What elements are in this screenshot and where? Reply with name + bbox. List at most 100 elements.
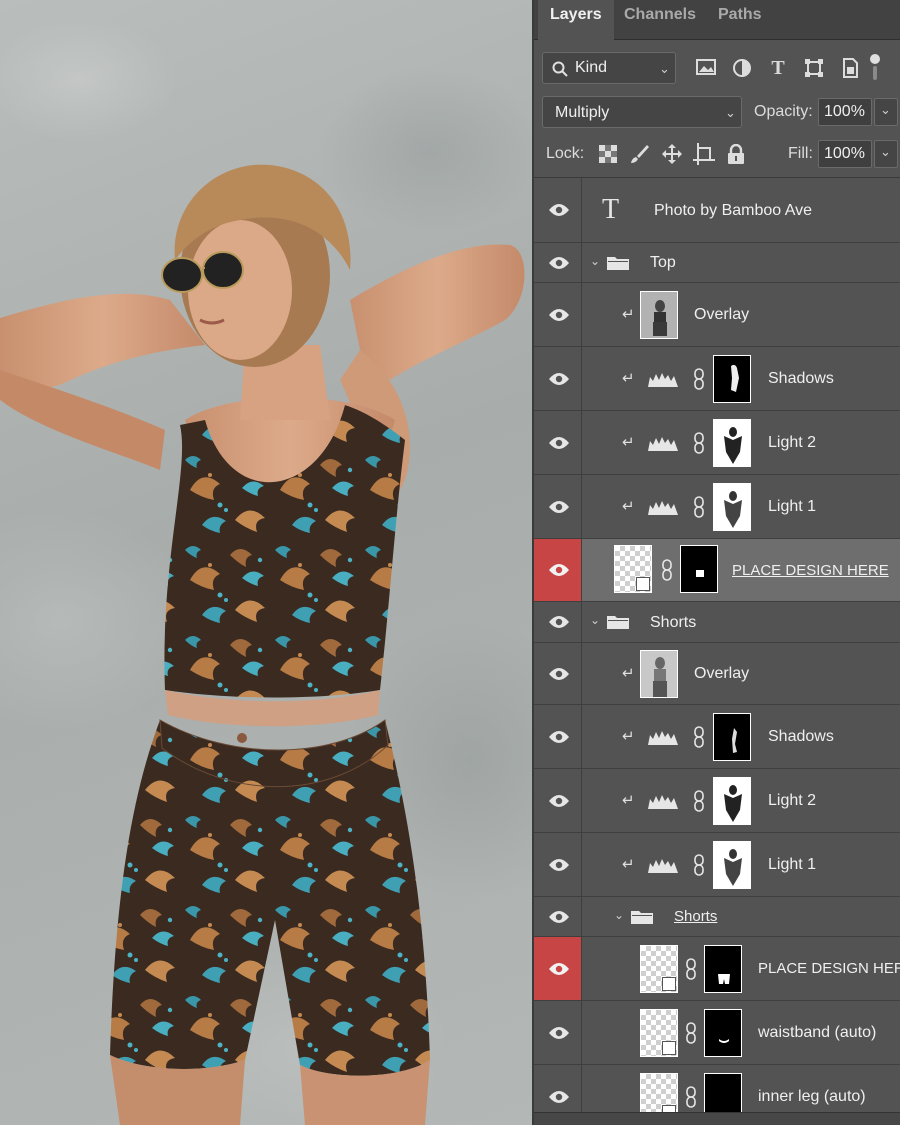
lock-row: Lock: Fill: 100% ⌄ [542, 138, 898, 170]
layer-thumbnail [640, 650, 678, 698]
levels-adjustment-icon [648, 501, 678, 515]
visibility-toggle[interactable] [534, 475, 582, 538]
layer-mask-thumbnail[interactable] [704, 945, 742, 993]
visibility-toggle[interactable] [534, 1001, 582, 1064]
fill-slider-button[interactable]: ⌄ [874, 140, 898, 168]
visibility-toggle[interactable] [534, 1065, 582, 1112]
blend-mode-value: Multiply [555, 104, 610, 121]
link-icon[interactable] [686, 1086, 696, 1108]
model-photo [0, 164, 525, 1125]
link-icon[interactable] [694, 726, 704, 748]
layer-mask-thumbnail[interactable] [713, 841, 751, 889]
layer-mask-thumbnail[interactable] [713, 355, 751, 403]
document-canvas[interactable] [0, 0, 532, 1125]
layer-list[interactable]: T Photo by Bamboo Ave ⌄ Top ↵ Overlay ↵ … [534, 177, 900, 1112]
panel-tabs: Layers Channels Paths [534, 0, 900, 41]
layer-row-group[interactable]: ⌄ Top [534, 243, 900, 283]
link-icon[interactable] [662, 559, 672, 581]
shape-filter-icon[interactable] [802, 56, 826, 80]
tab-channels[interactable]: Channels [612, 0, 708, 40]
link-icon[interactable] [686, 958, 696, 980]
layer-row-smart-object[interactable]: PLACE DESIGN HERE [534, 937, 900, 1001]
link-icon[interactable] [694, 854, 704, 876]
visibility-toggle[interactable] [534, 643, 582, 704]
layer-filter-row: Kind ⌄ T [542, 52, 896, 84]
clipping-mask-icon: ↵ [622, 370, 635, 387]
tab-paths[interactable]: Paths [706, 0, 774, 40]
layer-row-adjustment[interactable]: ↵ Light 1 [534, 833, 900, 897]
visibility-toggle[interactable] [534, 539, 582, 601]
lock-transparent-icon[interactable] [596, 142, 620, 166]
layer-row-smart-object[interactable]: waistband (auto) [534, 1001, 900, 1065]
layer-thumbnail [640, 291, 678, 339]
opacity-slider-button[interactable]: ⌄ [874, 98, 898, 126]
visibility-toggle[interactable] [534, 602, 582, 642]
link-icon[interactable] [686, 1022, 696, 1044]
visibility-toggle[interactable] [534, 897, 582, 936]
visibility-toggle[interactable] [534, 705, 582, 768]
eye-icon [549, 437, 569, 449]
lock-all-icon[interactable] [724, 142, 748, 166]
filter-kind-select[interactable]: Kind ⌄ [542, 52, 676, 84]
layer-name: Overlay [694, 665, 750, 682]
fill-field[interactable]: 100% [818, 140, 872, 168]
layer-mask-thumbnail[interactable] [713, 713, 751, 761]
visibility-toggle[interactable] [534, 347, 582, 410]
adjustment-filter-icon[interactable] [730, 56, 754, 80]
tab-layers[interactable]: Layers [538, 0, 614, 41]
visibility-toggle[interactable] [534, 411, 582, 474]
visibility-toggle[interactable] [534, 833, 582, 896]
lock-position-icon[interactable] [660, 142, 684, 166]
type-filter-icon[interactable]: T [766, 56, 790, 80]
layer-mask-thumbnail[interactable] [713, 777, 751, 825]
link-icon[interactable] [694, 368, 704, 390]
eye-icon [549, 668, 569, 680]
layer-name: inner leg (auto) [758, 1088, 866, 1105]
layer-mask-thumbnail[interactable] [713, 419, 751, 467]
filter-toggle-switch[interactable] [870, 54, 880, 80]
lock-artboard-icon[interactable] [692, 142, 716, 166]
layer-mask-thumbnail[interactable] [680, 545, 718, 593]
layer-row-text[interactable]: T Photo by Bamboo Ave [534, 178, 900, 243]
layer-name: Light 2 [768, 434, 817, 451]
layer-mask-thumbnail[interactable] [713, 483, 751, 531]
layer-mask-thumbnail[interactable] [704, 1073, 742, 1112]
eye-icon [549, 204, 569, 216]
smart-object-thumbnail [640, 1009, 678, 1057]
layer-name: Shadows [768, 728, 834, 745]
visibility-toggle[interactable] [534, 178, 582, 242]
layer-mask-thumbnail[interactable] [704, 1009, 742, 1057]
layer-row-smart-object-selected[interactable]: PLACE DESIGN HERE [534, 539, 900, 602]
lock-image-icon[interactable] [628, 142, 652, 166]
opacity-field[interactable]: 100% [818, 98, 872, 126]
layer-row-smart-object[interactable]: inner leg (auto) [534, 1065, 900, 1112]
link-icon[interactable] [694, 496, 704, 518]
smart-object-badge-icon [662, 1105, 676, 1112]
visibility-toggle[interactable] [534, 283, 582, 346]
clipping-mask-icon: ↵ [622, 856, 635, 873]
layer-row-adjustment[interactable]: ↵ Light 2 [534, 769, 900, 833]
layer-row-group[interactable]: ⌄ Shorts [534, 602, 900, 643]
layer-row-pixel[interactable]: ↵ Overlay [534, 643, 900, 705]
link-icon[interactable] [694, 790, 704, 812]
visibility-toggle[interactable] [534, 769, 582, 832]
blend-mode-select[interactable]: Multiply ⌄ [542, 96, 742, 128]
chevron-down-icon[interactable]: ⌄ [614, 908, 624, 922]
smart-object-filter-icon[interactable] [838, 56, 862, 80]
layer-row-adjustment[interactable]: ↵ Light 1 [534, 475, 900, 539]
clipping-mask-icon: ↵ [622, 306, 635, 323]
chevron-down-icon[interactable]: ⌄ [590, 613, 600, 627]
layer-row-adjustment[interactable]: ↵ Light 2 [534, 411, 900, 475]
image-filter-icon[interactable] [694, 56, 718, 80]
layer-row-pixel[interactable]: ↵ Overlay [534, 283, 900, 347]
link-icon[interactable] [694, 432, 704, 454]
visibility-toggle[interactable] [534, 937, 582, 1000]
layer-row-adjustment[interactable]: ↵ Shadows [534, 705, 900, 769]
layer-row-group-nested[interactable]: ⌄ Shorts [534, 897, 900, 937]
layer-name: Light 1 [768, 856, 817, 873]
layer-name: Overlay [694, 306, 750, 323]
levels-adjustment-icon [648, 373, 678, 387]
chevron-down-icon[interactable]: ⌄ [590, 254, 600, 268]
layer-row-adjustment[interactable]: ↵ Shadows [534, 347, 900, 411]
visibility-toggle[interactable] [534, 243, 582, 282]
